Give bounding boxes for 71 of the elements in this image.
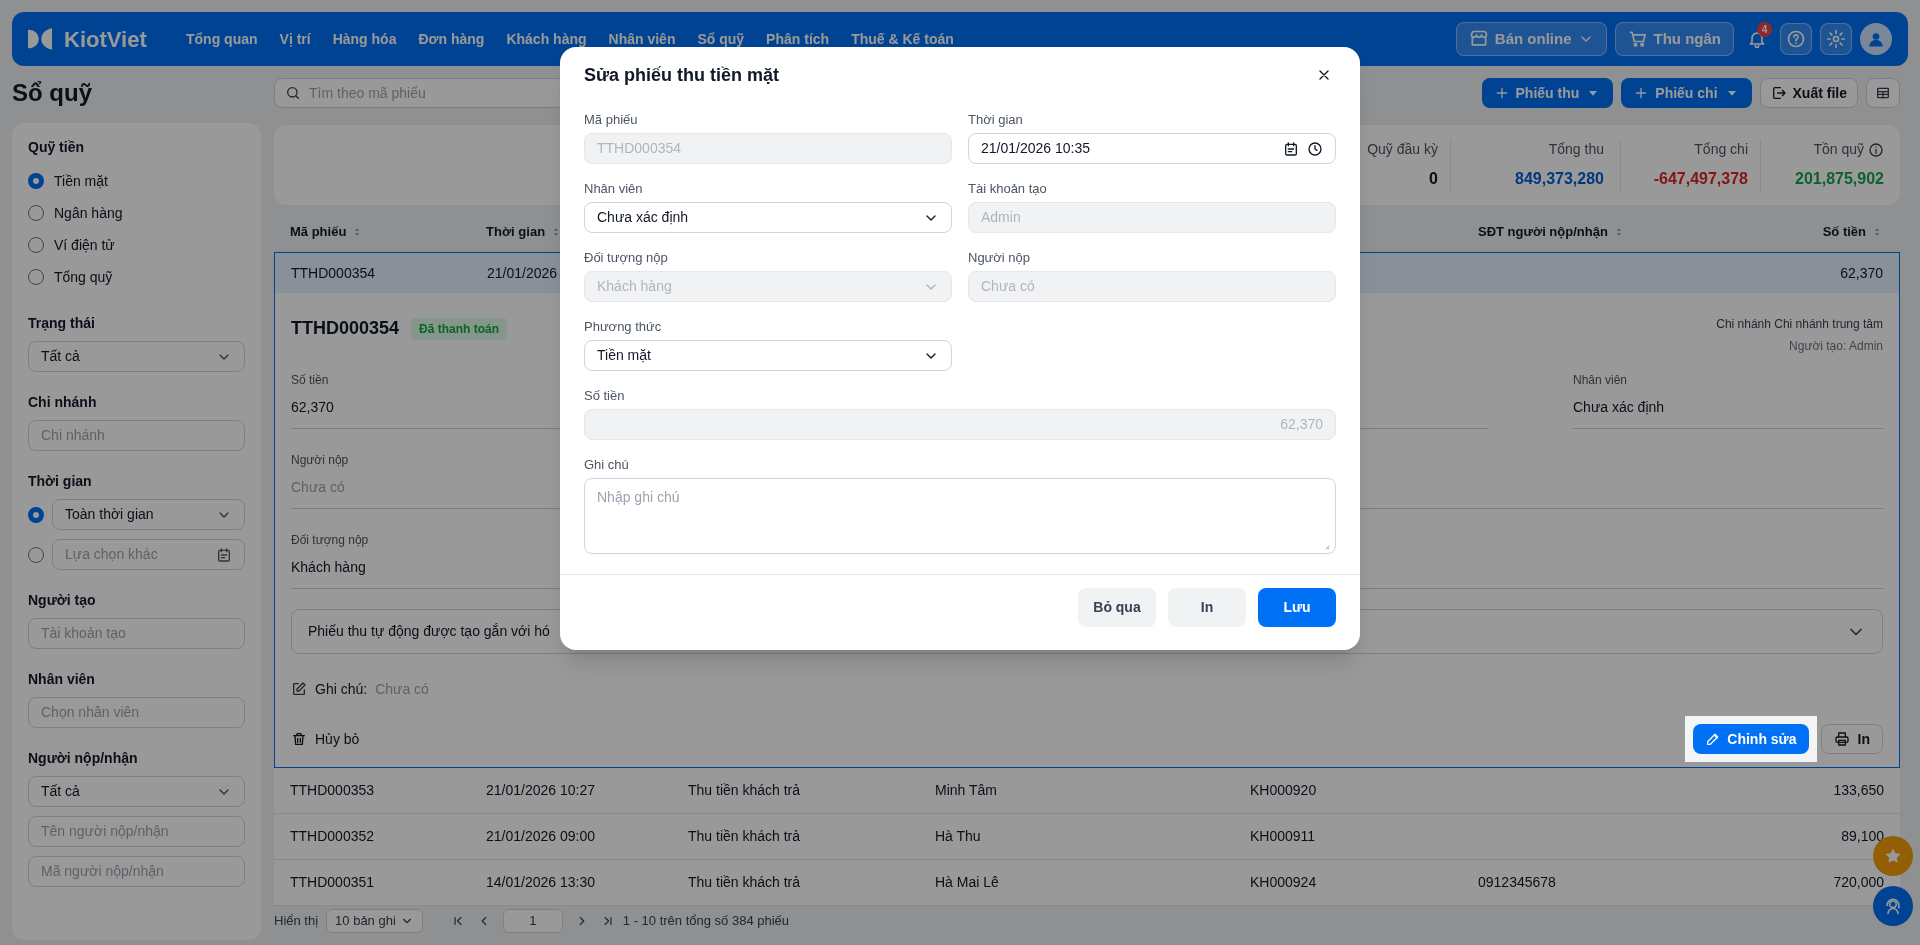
table-cell-text: TTHD000352 bbox=[290, 827, 375, 846]
field-label: Nhân viên bbox=[584, 180, 643, 195]
field-label: Nhân viên bbox=[1573, 372, 1628, 387]
table-cell-text: Thu tiền khách trả bbox=[688, 873, 801, 892]
stat-label: Tồn quỹ bbox=[1813, 140, 1864, 159]
page-title: Sổ quỹ bbox=[12, 78, 93, 108]
table-cell-text: KH000911 bbox=[1250, 827, 1316, 846]
section-label: Người nộp/nhận bbox=[28, 749, 139, 768]
table-cell-text: KH000924 bbox=[1250, 873, 1317, 892]
section-label: Trạng thái bbox=[28, 314, 96, 333]
status-badge: Đã thanh toán bbox=[411, 317, 508, 340]
field-value: 62,370 bbox=[291, 398, 334, 417]
note-label: Ghi chú: bbox=[315, 679, 368, 699]
stat-label: Tổng thu bbox=[1548, 140, 1604, 159]
field-label: Ghi chú bbox=[584, 456, 629, 471]
field-label: Thời gian bbox=[968, 111, 1023, 126]
section-label: Chi nhánh bbox=[28, 393, 98, 412]
table-cell-text: KH000920 bbox=[1250, 781, 1317, 800]
stat-value: 849,373,280 bbox=[1515, 169, 1604, 189]
stat-label: Tổng chi bbox=[1694, 140, 1748, 159]
table-cell-text: 21/01/2026 09:00 bbox=[486, 827, 595, 846]
field-value: Khách hàng bbox=[291, 558, 366, 577]
table-cell-text: TTHD000351 bbox=[290, 873, 375, 892]
creator-text: Người tạo: Admin bbox=[1789, 338, 1883, 355]
branch-text: Chi nhánh Chi nhánh trung tâm bbox=[1716, 316, 1883, 333]
stat-value: 201,875,902 bbox=[1795, 169, 1884, 189]
stat-value: 0 bbox=[1429, 169, 1438, 189]
table-cell-text: 0912345678 bbox=[1478, 873, 1556, 892]
table-cell-text: Hà Thu bbox=[935, 827, 981, 846]
table-cell-text: 133,650 bbox=[1833, 781, 1884, 800]
input-field: Admin bbox=[968, 202, 1336, 233]
amount-field: 62,370 bbox=[584, 409, 1336, 440]
stat-label: Quỹ đầu kỳ bbox=[1367, 140, 1438, 159]
field-label: Người nộp bbox=[291, 452, 349, 467]
table-cell-text: 720,000 bbox=[1833, 873, 1884, 892]
field-value: Chưa xác định bbox=[1573, 398, 1665, 417]
field-label: Mã phiếu bbox=[584, 111, 638, 126]
pagination-summary: 1 - 10 trên tổng số 384 phiếu bbox=[622, 912, 790, 931]
section-label: Nhân viên bbox=[28, 670, 96, 689]
table-cell-text: 14/01/2026 13:30 bbox=[486, 873, 595, 892]
table-cell-text: TTHD000353 bbox=[290, 781, 375, 800]
voucher-code: TTHD000354 bbox=[291, 317, 400, 340]
field-label: Số tiền bbox=[291, 372, 329, 387]
field-label: Đối tượng nộp bbox=[291, 532, 369, 547]
stat-value: -647,497,378 bbox=[1653, 169, 1748, 189]
table-cell-text: Minh Tâm bbox=[935, 781, 997, 800]
field-label: Phương thức bbox=[584, 318, 662, 333]
section-label: Quỹ tiền bbox=[28, 138, 85, 157]
field-label: Người nộp bbox=[968, 249, 1031, 264]
table-cell-text: Hà Mai Lê bbox=[935, 873, 999, 892]
select-field: Khách hàng bbox=[584, 271, 952, 302]
table-cell-text: 62,370 bbox=[1840, 263, 1883, 283]
table-cell-text: 89,100 bbox=[1841, 827, 1884, 846]
brand-name: KiotViet bbox=[64, 25, 147, 54]
input-field: TTHD000354 bbox=[584, 133, 952, 164]
input-field: Chưa có bbox=[968, 271, 1336, 302]
footer-label: Hiển thị bbox=[274, 912, 319, 931]
table-cell-text: 21/01/2026 10:27 bbox=[486, 781, 595, 800]
table-cell-text: 21/01/2026 bbox=[487, 263, 558, 283]
field-label: Đối tượng nộp bbox=[584, 249, 668, 264]
table-cell-text: Thu tiền khách trả bbox=[688, 781, 801, 800]
section-label: Thời gian bbox=[28, 472, 93, 491]
table-cell-text: TTHD000354 bbox=[291, 263, 376, 283]
notification-badge: 4 bbox=[1757, 22, 1772, 37]
section-label: Người tạo bbox=[28, 591, 97, 610]
note-value: Chưa có bbox=[375, 679, 429, 699]
field-label: Tài khoản tạo bbox=[968, 180, 1047, 195]
field-label: Số tiền bbox=[584, 387, 625, 402]
table-cell-text: Thu tiền khách trả bbox=[688, 827, 801, 846]
field-value: Chưa có bbox=[291, 478, 345, 497]
panel-title: Phiếu thu tự động được tạo gắn với hó bbox=[308, 622, 550, 641]
